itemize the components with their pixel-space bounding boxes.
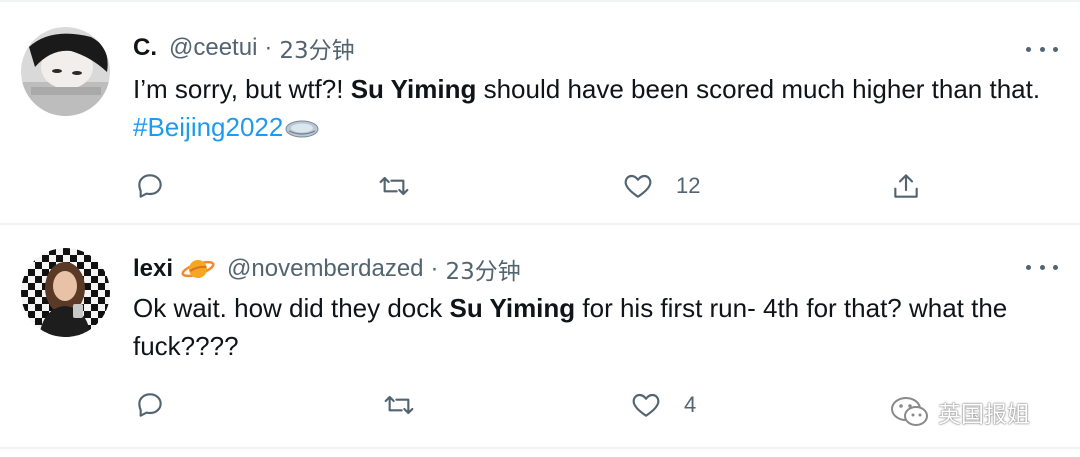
reply-icon (138, 393, 162, 417)
retweet-icon (384, 395, 414, 415)
reply-icon (138, 174, 162, 198)
retweet-button[interactable] (383, 385, 415, 425)
like-count: 12 (676, 173, 701, 198)
tweet-header: C. @ceetui · 23分钟 (133, 28, 355, 68)
timestamp[interactable]: 23分钟 (446, 252, 521, 286)
display-name[interactable]: C. (133, 34, 157, 62)
retweet-button[interactable] (378, 166, 410, 206)
avatar[interactable] (21, 27, 110, 116)
user-handle[interactable]: @novemberdazed (227, 255, 423, 283)
saucer-emoji-icon (285, 120, 319, 138)
share-button[interactable] (890, 166, 922, 206)
separator-dot: · (430, 255, 439, 282)
like-count: 4 (684, 392, 697, 417)
planet-emoji-icon (181, 260, 215, 278)
avatar[interactable] (21, 248, 110, 337)
tweet-actions: 12 (0, 166, 1080, 206)
share-icon (894, 174, 918, 198)
reply-button[interactable] (134, 166, 166, 206)
display-name[interactable]: lexi (133, 255, 173, 283)
user-handle[interactable]: @ceetui (169, 34, 257, 62)
tweet-header: lexi @novemberdazed · 23分钟 (133, 249, 521, 289)
heart-icon (624, 174, 652, 198)
retweet-icon (379, 176, 409, 196)
heart-icon (632, 393, 660, 417)
tweet-text: Ok wait. how did they dock Su Yiming for… (133, 293, 1008, 361)
watermark: 英国报姐 (890, 392, 1030, 432)
reply-button[interactable] (134, 385, 166, 425)
timestamp[interactable]: 23分钟 (279, 31, 354, 65)
more-options-icon[interactable] (1026, 257, 1058, 277)
tweet-text: I’m sorry, but wtf?! Su Yiming should ha… (133, 74, 1041, 142)
like-button[interactable]: 12 (622, 166, 700, 206)
more-options-icon[interactable] (1026, 39, 1058, 59)
hashtag-link[interactable]: #Beijing2022 (133, 112, 283, 142)
mention-name: Su Yiming (350, 74, 477, 104)
separator-dot: · (264, 34, 273, 61)
watermark-text: 英国报姐 (938, 402, 1030, 428)
wechat-icon (891, 397, 928, 426)
mention-name: Su Yiming (449, 293, 576, 323)
tweet[interactable]: C. @ceetui · 23分钟 I’m sorry, but wtf?! S… (0, 0, 1080, 225)
like-button[interactable]: 4 (630, 385, 696, 425)
